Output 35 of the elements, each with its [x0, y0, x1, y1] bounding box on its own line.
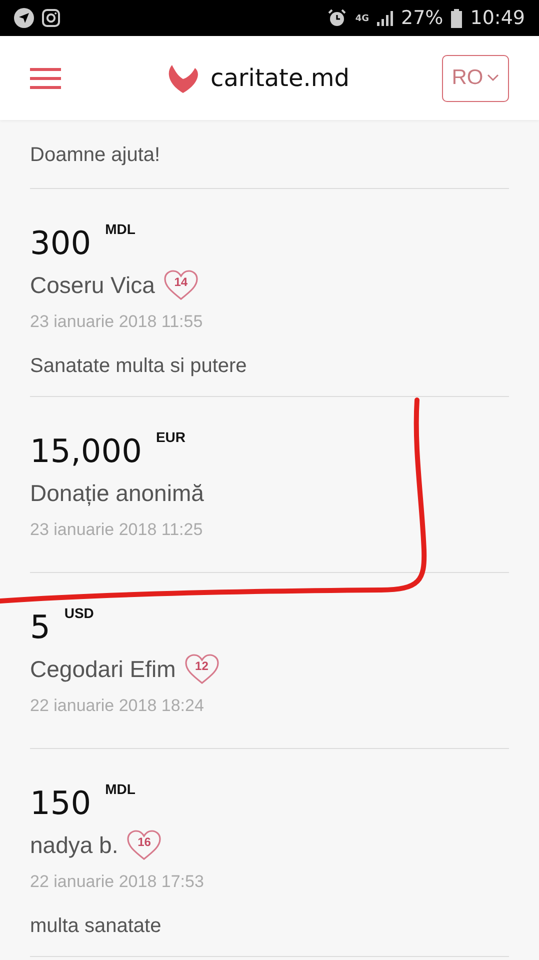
- chevron-down-icon: [487, 74, 500, 82]
- heart-count-badge: 16: [126, 829, 162, 861]
- donation-date: 22 ianuarie 2018 17:53: [30, 871, 205, 893]
- donor-name: Donație anonimă: [30, 480, 204, 506]
- donor-name: Coseru Vica: [30, 272, 155, 298]
- clock-time: 10:49: [470, 7, 525, 29]
- donation-date: 23 ianuarie 2018 11:25: [30, 519, 204, 541]
- donation-amount: 5: [30, 607, 50, 647]
- donation-date: 22 ianuarie 2018 18:24: [30, 695, 205, 717]
- donation-message: Doamne ajuta!: [30, 143, 162, 168]
- language-selector[interactable]: RO: [442, 54, 509, 102]
- alarm-icon: [327, 8, 348, 28]
- donation-amount: 15,000: [30, 431, 142, 471]
- currency-label: MDL: [105, 781, 136, 797]
- donation-message: multa sanatate: [30, 914, 162, 939]
- battery-icon: [451, 8, 462, 28]
- currency-label: EUR: [156, 429, 186, 445]
- currency-label: USD: [64, 605, 94, 621]
- menu-icon: [30, 68, 61, 88]
- donation-amount: 150: [30, 783, 92, 823]
- instagram-icon: [42, 9, 60, 27]
- signal-icon: [377, 10, 393, 26]
- donation-message: Sanatate multa si putere: [30, 354, 248, 379]
- donation-amount: 300: [30, 223, 92, 263]
- menu-button[interactable]: [30, 68, 61, 88]
- donor-name: nadya b.: [30, 832, 118, 858]
- heart-count-badge: 12: [184, 653, 220, 685]
- network-type: 4G: [355, 14, 369, 24]
- currency-label: MDL: [105, 221, 136, 237]
- navigation-icon: [14, 8, 34, 28]
- donor-name: Cegodari Efim: [30, 656, 176, 682]
- heart-count-badge: 14: [162, 269, 199, 301]
- battery-percent: 27%: [401, 7, 444, 29]
- donation-date: 23 ianuarie 2018 11:55: [30, 311, 204, 333]
- logo-text: caritate.md: [210, 64, 350, 92]
